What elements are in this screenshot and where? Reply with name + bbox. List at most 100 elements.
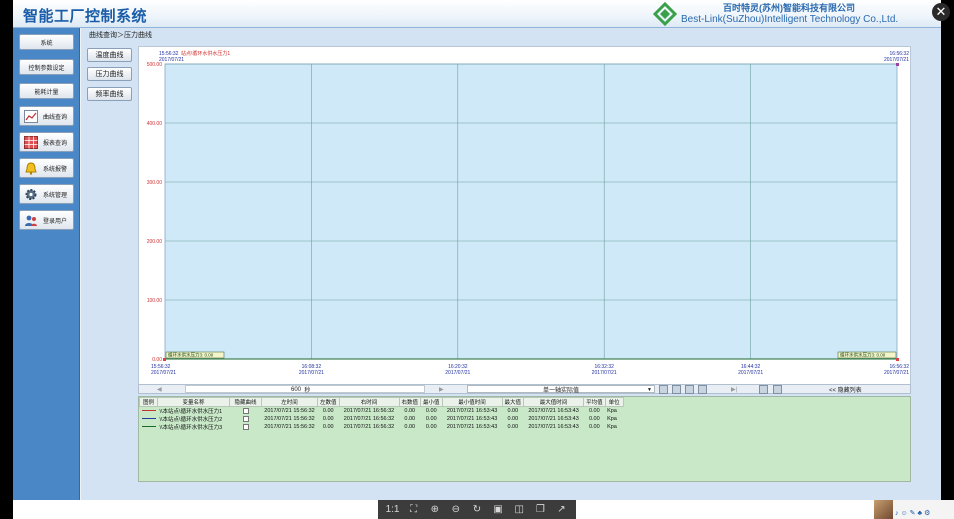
sidebar-item-login-user[interactable]: 登录用户 [19,210,74,230]
zoom-out-icon[interactable]: ⊖ [448,504,464,515]
table-cell-max-time: 2017/07/21 16:53:43 [528,416,579,422]
table-header-cell[interactable]: 最大值 [501,397,525,407]
y-tick-label: 0.00 [152,357,162,363]
table-cell-unit: Kpa [607,416,617,422]
plot-area [164,63,898,360]
table-cell-left-value: 0.00 [322,424,334,430]
table-cell-unit: Kpa [607,408,617,414]
copy-icon[interactable]: ❐ [532,504,548,515]
x-tick-date: 2017/07/21 [884,370,909,376]
table-cell-left-time: 2017/07/21 15:56:32 [264,416,315,422]
skip-end-icon[interactable]: ▶| [731,385,737,394]
table-cell-right-value: 0.00 [404,408,416,414]
hide-list-button[interactable]: << 隐藏列表 [829,385,862,394]
close-icon[interactable]: ✕ [932,3,950,21]
table-cell-left-value: 0.00 [322,416,334,422]
table-cell-min-time: 2017/07/21 16:53:43 [446,408,498,414]
settings-icon[interactable] [773,385,782,394]
hide-curve-checkbox[interactable] [242,415,249,422]
table-header-cell[interactable]: 平均值 [583,397,606,407]
table-header-cell[interactable]: 右时间 [338,397,400,407]
image-viewer-frame: 智能工厂控制系统 百时特灵(苏州)智能科技有限公司 Best-Link(SuZh… [0,0,954,519]
sidebar-item-curve-query[interactable]: 曲线查询 [19,106,74,126]
image-viewer-toolbar: 1:1 ⛶ ⊕ ⊖ ↻ ▣ ◫ ❐ ↗ [378,500,576,519]
chevron-down-icon[interactable]: ▼ [647,385,652,394]
save-icon[interactable]: ▣ [490,504,506,515]
table-header-cell[interactable]: 单位 [604,397,624,407]
table-grid-icon [24,135,38,149]
table-header-cell[interactable]: 右数值 [398,397,422,407]
hide-curve-checkbox[interactable] [242,423,249,430]
table-cell-min-time: 2017/07/21 16:53:43 [446,424,498,430]
table-header-cell[interactable]: 图例 [139,397,158,407]
table-header-cell[interactable]: 左时间 [261,397,318,407]
zoom-reset-icon[interactable] [685,385,694,394]
right-cursor-label: 循环水供水压力3: 0.00 [840,352,886,359]
sidebar-item-system-management[interactable]: 系统管理 [19,184,74,204]
sidebar-item-system-alarm[interactable]: 系统报警 [19,158,74,178]
table-cell-right-time: 2017/07/21 16:56:32 [343,408,395,414]
zoom-in-icon[interactable]: ⊕ [427,504,443,515]
table-header-cell[interactable]: 最大值时间 [523,397,585,407]
series-data-table: 图例 变量名称 隐藏曲线 左时间 左数值 右时间 右数值 最小值 最小值时间 最大值 最大值时间 平均… [139,397,624,431]
sidebar-item-system[interactable]: 系统 [19,34,74,50]
frequency-curve-button[interactable]: 频率曲线 [87,87,132,101]
x-tick-date: 2017/07/21 [592,370,617,376]
share-icon[interactable]: ↗ [553,504,569,515]
avatar[interactable] [874,500,893,519]
legend-swatch-cell [140,423,158,431]
time-span-value: 600 [291,386,302,393]
table-header-cell[interactable]: 左数值 [317,397,340,407]
x-tick-date: 2017/07/21 [445,370,470,376]
app-title: 智能工厂控制系统 [23,8,148,25]
table-cell-min-time: 2017/07/21 16:53:43 [446,416,498,422]
print-icon[interactable] [698,385,707,394]
x-tick-date: 2017/07/21 [738,370,763,376]
sidebar-item-label: 登录用户 [43,218,68,225]
table-cell-avg: 0.00 [588,408,600,414]
pressure-curve-button[interactable]: 压力曲线 [87,67,132,81]
actual-size-button[interactable]: 1:1 [385,504,401,515]
table-header-cell[interactable]: 隐藏曲线 [229,397,262,407]
x-tick-date: 2017/07/21 [151,370,176,376]
time-span-readout: 600 秒 [291,385,310,395]
sidebar-item-report-query[interactable]: 报表查询 [19,132,74,152]
table-body: \\本站点\循环水供水压力1 2017/07/21 15:56:32 0.00 201… [140,407,624,431]
table-header-cell[interactable]: 最小值 [420,397,443,407]
scroll-left-icon[interactable]: ◀ [157,385,162,394]
scroll-right-icon[interactable]: ▶ [439,385,444,394]
series-table: 图例 变量名称 隐藏曲线 左时间 左数值 右时间 右数值 最小值 最小值时间 最大值 最大值时间 平均… [138,396,911,482]
table-cell-min: 0.00 [425,408,437,414]
axis-mode-select[interactable]: 单一轴实际值 [467,385,655,394]
table-row[interactable]: \\本站点\循环水供水压力2 2017/07/21 15:56:32 0.00 201… [140,415,624,423]
sidebar-item-energy[interactable]: 能耗计量 [19,83,74,99]
sidebar-item-label: 曲线查询 [43,114,68,121]
top-right-marker [896,63,899,66]
fit-window-icon[interactable]: ⛶ [406,504,422,515]
top-left-series-title: 站点\循环水供水压力1 [181,50,230,57]
table-header-cell[interactable]: 最小值时间 [441,397,503,407]
temperature-curve-button[interactable]: 温度曲线 [87,48,132,62]
table-header-cell[interactable]: 变量名称 [157,397,230,407]
trend-chart[interactable]: 500.00400.00300.00200.00100.000.0015:56:… [139,47,912,385]
rotate-icon[interactable]: ↻ [469,504,485,515]
trend-chart-panel[interactable]: 500.00 400.00 300.00 200.00 100.00 0.00 15:56:… [138,46,911,391]
zoom-in-icon[interactable] [659,385,668,394]
sidebar-item-control-params[interactable]: 控制参数设定 [19,59,74,75]
tray-icons[interactable]: ♪☺✎♣⚙ [895,509,932,517]
hide-curve-checkbox[interactable] [242,407,249,414]
table-cell-right-time: 2017/07/21 16:56:32 [343,424,395,430]
table-row[interactable]: \\本站点\循环水供水压力3 2017/07/21 15:56:32 0.00 201… [140,423,624,431]
table-cell-avg: 0.00 [588,424,600,430]
bookmark-icon[interactable]: ◫ [511,504,527,515]
zoom-out-icon[interactable] [672,385,681,394]
export-icon[interactable] [759,385,768,394]
table-cell-avg: 0.00 [588,416,600,422]
button-label: 温度曲线 [95,52,124,59]
table-cell-right-value: 0.00 [404,416,416,422]
table-cell-left-value: 0.00 [322,408,334,414]
y-tick-label: 300.00 [147,180,163,186]
table-cell-max-time: 2017/07/21 16:53:43 [528,408,579,414]
top-left-date: 2017/07/21 [159,57,184,63]
table-row[interactable]: \\本站点\循环水供水压力1 2017/07/21 15:56:32 0.00 201… [140,407,624,415]
